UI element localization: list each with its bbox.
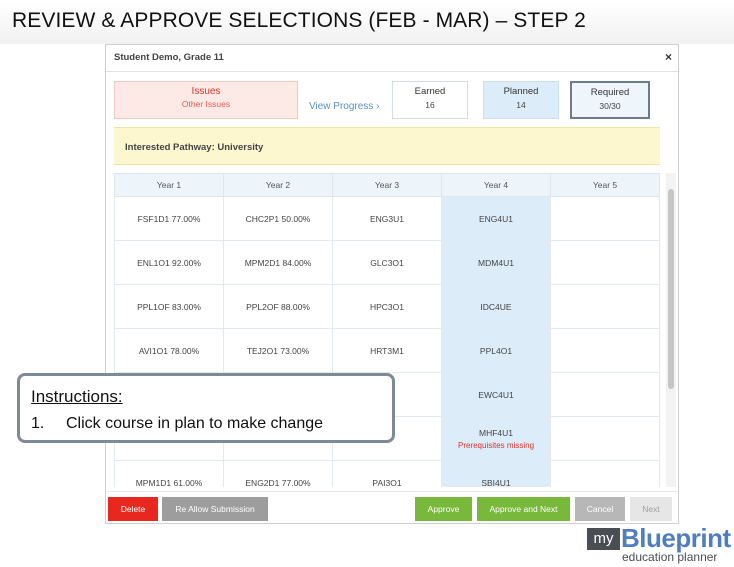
myblueprint-logo: my Blueprint education planner [587, 523, 732, 565]
course-cell[interactable] [550, 460, 660, 487]
course-cell[interactable]: PPL1OF 83.00% [114, 284, 224, 329]
slide-title: REVIEW & APPROVE SELECTIONS (FEB - MAR) … [12, 9, 586, 32]
pathway-label: Interested Pathway: University [125, 142, 264, 153]
course-cell[interactable]: MPM1D1 61.00% [114, 460, 224, 487]
instructions-heading: Instructions: [31, 387, 123, 406]
course-cell[interactable]: IDC4UE [441, 284, 551, 329]
course-cell[interactable]: ENL1O1 92.00% [114, 240, 224, 285]
required-value: 30/30 [599, 101, 621, 111]
course-cell-warning[interactable]: MHF4U1 Prerequisites missing [441, 416, 551, 461]
issues-subtitle: Other Issues [181, 99, 231, 109]
instructions-callout: Instructions: 1. Click course in plan to… [17, 373, 395, 443]
prerequisite-warning: Prerequisites missing [457, 440, 535, 450]
course-cell[interactable] [550, 240, 660, 285]
course-cell[interactable]: CHC2P1 50.00% [223, 196, 333, 241]
table-row: ENL1O1 92.00% MPM2D1 84.00% GLC3O1 MDM4U… [114, 240, 660, 285]
logo-my-badge: my [587, 528, 620, 550]
required-credits: Required 30/30 [570, 81, 650, 119]
close-icon[interactable]: × [665, 50, 672, 64]
course-cell[interactable]: HRT3M1 [332, 328, 442, 373]
earned-value: 16 [425, 100, 435, 110]
course-cell[interactable]: MDM4U1 [441, 240, 551, 285]
view-progress-link[interactable]: View Progress › [309, 101, 379, 112]
course-cell[interactable]: PAI3O1 [332, 460, 442, 487]
course-cell[interactable] [550, 372, 660, 417]
header-year-5: Year 5 [550, 173, 660, 197]
planned-label: Planned [503, 86, 539, 97]
modal-footer: Delete Re Allow Submission Approve Appro… [106, 491, 678, 523]
review-modal: Student Demo, Grade 11 × Issues Other Is… [105, 44, 679, 524]
course-cell[interactable]: MPM2D1 84.00% [223, 240, 333, 285]
table-row: AVI1O1 78.00% TEJ2O1 73.00% HRT3M1 PPL4O… [114, 328, 660, 373]
modal-header: Student Demo, Grade 11 × [106, 45, 678, 72]
course-cell[interactable] [550, 328, 660, 373]
pathway-banner: Interested Pathway: University [114, 127, 660, 165]
instructions-step-text: Click course in plan to make change [66, 415, 324, 432]
table-row: FSF1D1 77.00% CHC2P1 50.00% ENG3U1 ENG4U… [114, 196, 660, 241]
earned-credits: Earned 16 [392, 81, 468, 119]
student-name-title: Student Demo, Grade 11 [114, 52, 224, 63]
earned-label: Earned [414, 86, 446, 97]
course-code: MHF4U1 [478, 427, 513, 438]
course-cell[interactable]: AVI1O1 78.00% [114, 328, 224, 373]
course-cell[interactable] [550, 196, 660, 241]
course-cell[interactable]: EWC4U1 [441, 372, 551, 417]
approve-and-next-button[interactable]: Approve and Next [477, 497, 570, 521]
planned-credits: Planned 14 [483, 81, 559, 119]
reallow-submission-button[interactable]: Re Allow Submission [162, 497, 268, 521]
approve-button[interactable]: Approve [415, 497, 472, 521]
instructions-step-number: 1. [31, 415, 45, 432]
course-cell[interactable]: ENG3U1 [332, 196, 442, 241]
progress-summary: Issues Other Issues View Progress › Earn… [114, 81, 660, 121]
course-cell[interactable] [550, 416, 660, 461]
course-cell[interactable] [550, 284, 660, 329]
required-label: Required [590, 87, 630, 98]
table-row: MPM1D1 61.00% ENG2D1 77.00% PAI3O1 SBI4U… [114, 460, 660, 487]
delete-button[interactable]: Delete [108, 497, 158, 521]
scrollbar-thumb[interactable] [668, 189, 674, 389]
table-header-row: Year 1 Year 2 Year 3 Year 4 Year 5 [114, 173, 660, 197]
header-year-1: Year 1 [114, 173, 224, 197]
planned-value: 14 [516, 100, 526, 110]
course-cell[interactable]: TEJ2O1 73.00% [223, 328, 333, 373]
course-cell[interactable]: GLC3O1 [332, 240, 442, 285]
table-row: PPL1OF 83.00% PPL2OF 88.00% HPC3O1 IDC4U… [114, 284, 660, 329]
course-cell[interactable]: PPL2OF 88.00% [223, 284, 333, 329]
header-year-4: Year 4 [441, 173, 551, 197]
cancel-button[interactable]: Cancel [575, 497, 625, 521]
plan-scrollbar[interactable] [666, 173, 676, 487]
slide-title-bar: REVIEW & APPROVE SELECTIONS (FEB - MAR) … [0, 0, 734, 44]
header-year-3: Year 3 [332, 173, 442, 197]
issues-panel[interactable]: Issues Other Issues [114, 81, 298, 119]
logo-tagline: education planner [622, 550, 718, 564]
course-cell[interactable]: PPL4O1 [441, 328, 551, 373]
next-button[interactable]: Next [630, 497, 672, 521]
course-cell[interactable]: SBI4U1 [441, 460, 551, 487]
course-cell[interactable]: ENG2D1 77.00% [223, 460, 333, 487]
course-cell[interactable]: FSF1D1 77.00% [114, 196, 224, 241]
course-cell[interactable]: ENG4U1 [441, 196, 551, 241]
header-year-2: Year 2 [223, 173, 333, 197]
course-cell[interactable]: HPC3O1 [332, 284, 442, 329]
issues-title: Issues [191, 86, 221, 97]
